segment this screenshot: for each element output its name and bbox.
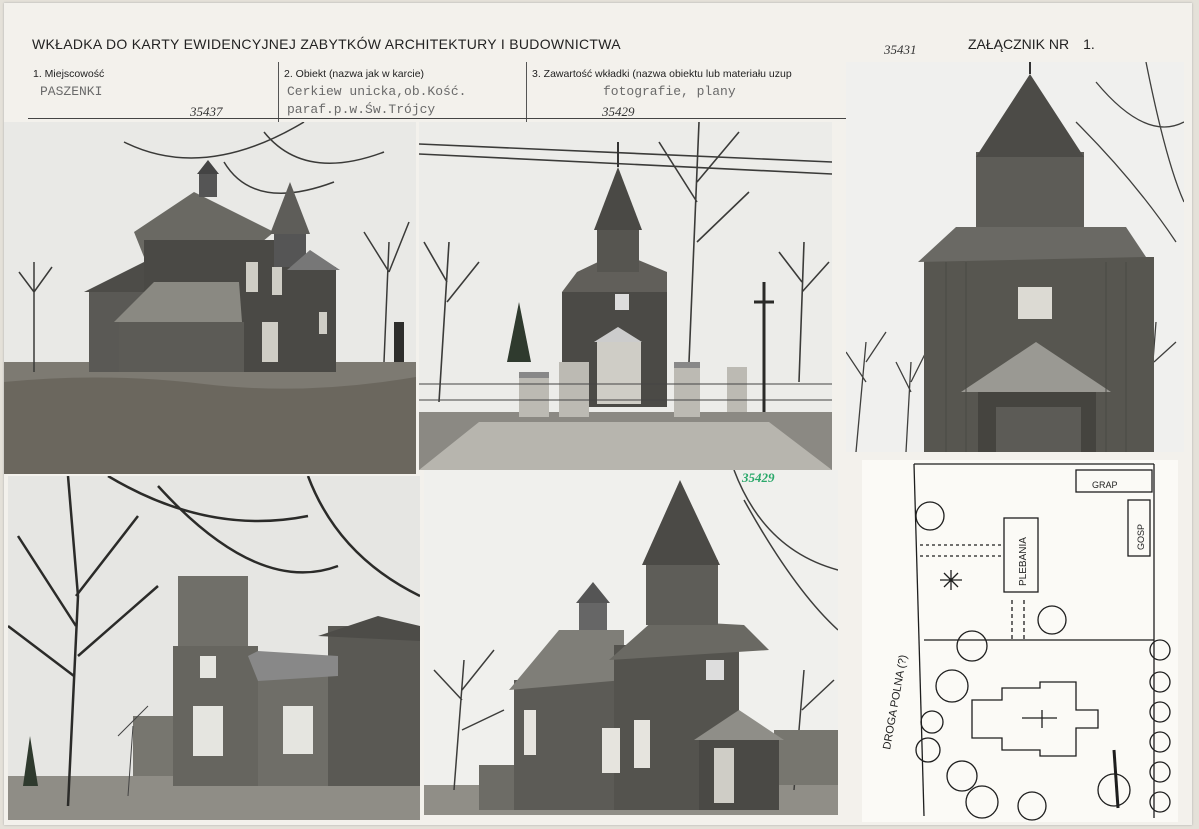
field-content-value: fotografie, plany bbox=[603, 84, 736, 99]
handwritten-field3-number: 35429 bbox=[602, 104, 635, 119]
photo-bell-tower-closeup bbox=[846, 62, 1184, 452]
photo-church-front-gate bbox=[419, 122, 832, 470]
field-content: 3. Zawartość wkładki (nazwa obiektu lub … bbox=[526, 62, 849, 122]
annex-label: ZAŁĄCZNIK NR 1. bbox=[968, 36, 1095, 52]
plan-label-gosp: GOSP bbox=[1136, 524, 1146, 550]
form-fields: 1. Miejscowość PASZENKI 2. Obiekt (nazwa… bbox=[28, 62, 848, 122]
fields-underline bbox=[28, 118, 848, 119]
document-title: WKŁADKA DO KARTY EWIDENCYJNEJ ZABYTKÓW A… bbox=[32, 36, 621, 52]
annex-label-text: ZAŁĄCZNIK NR bbox=[968, 36, 1070, 52]
photo-church-front-gate-image bbox=[419, 122, 832, 470]
photo-church-side-view bbox=[4, 122, 416, 474]
field-locality-label: 1. Miejscowość bbox=[33, 68, 105, 80]
field-object-value-line2: paraf.p.w.Św.Trójcy bbox=[287, 102, 436, 117]
handwritten-photo-number: 35429 bbox=[742, 470, 775, 485]
field-locality: 1. Miejscowość PASZENKI bbox=[28, 62, 278, 122]
field-object: 2. Obiekt (nazwa jak w karcie) Cerkiew u… bbox=[278, 62, 527, 122]
photo-church-three-quarter-image bbox=[424, 470, 838, 815]
site-plan: GRAP GOSP PLEBANIA DROGA POLNA (?) bbox=[862, 460, 1178, 822]
plan-label-road: DROGA POLNA (?) bbox=[881, 654, 909, 751]
plan-label-plebania: PLEBANIA bbox=[1018, 537, 1029, 586]
photo-bell-tower-closeup-image bbox=[846, 62, 1184, 452]
handwritten-top-number: 35431 bbox=[884, 42, 917, 57]
field-object-label: 2. Obiekt (nazwa jak w karcie) bbox=[284, 68, 425, 80]
photo-church-three-quarter bbox=[424, 470, 838, 815]
photo-church-rear-trees-image bbox=[8, 476, 420, 820]
site-plan-drawing: GRAP GOSP PLEBANIA DROGA POLNA (?) bbox=[881, 463, 1171, 821]
annex-number: 1. bbox=[1083, 36, 1095, 52]
photo-church-rear-trees bbox=[8, 476, 420, 820]
handwritten-field1-number: 35437 bbox=[190, 104, 223, 119]
plan-label-shed: GRAP bbox=[1092, 480, 1118, 490]
field-locality-value: PASZENKI bbox=[40, 84, 103, 99]
field-object-value-line1: Cerkiew unicka,ob.Kość. bbox=[287, 84, 467, 99]
photo-church-side-view-image bbox=[4, 122, 416, 474]
field-content-label: 3. Zawartość wkładki (nazwa obiektu lub … bbox=[532, 68, 792, 80]
